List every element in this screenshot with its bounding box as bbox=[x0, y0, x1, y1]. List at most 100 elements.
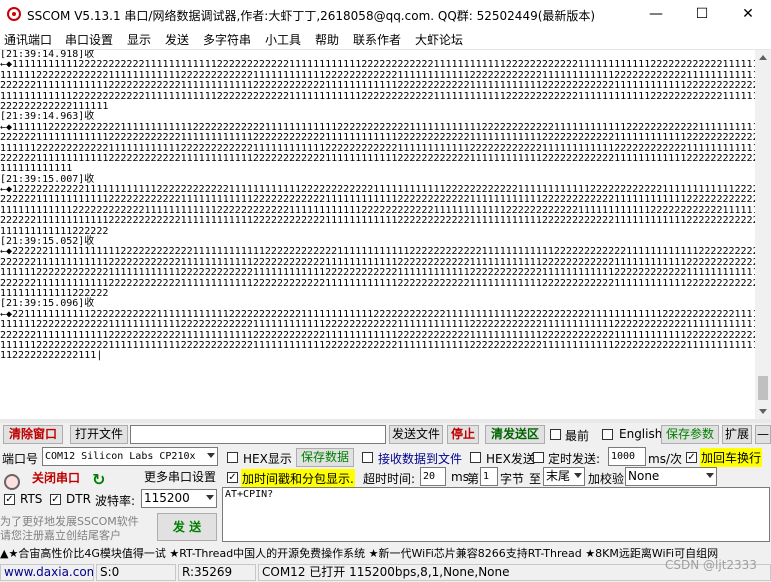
save-params-button[interactable]: 保存参数 bbox=[661, 425, 719, 444]
port-select[interactable]: COM12 Silicon Labs CP210x bbox=[42, 447, 218, 466]
watermark: CSDN @ljt2333 bbox=[665, 558, 757, 572]
menu-contact-author[interactable]: 联系作者 bbox=[353, 31, 401, 48]
port-status-indicator-icon bbox=[4, 474, 20, 490]
rts-label: RTS bbox=[20, 492, 43, 506]
receive-line: 2222221111111111112222222222221111111111… bbox=[0, 80, 755, 92]
timeout-label: 超时时间: bbox=[363, 472, 416, 486]
news-ticker[interactable]: ▲★合宙高性价比4G模块值得一试 ★RT-Thread中国人的开源免费操作系统 … bbox=[0, 545, 771, 561]
title-bar: SSCOM V5.13.1 串口/网络数据调试器,作者:大虾丁丁,2618058… bbox=[0, 0, 771, 29]
send-button[interactable]: 发 送 bbox=[157, 513, 217, 541]
recv-to-file-checkbox[interactable] bbox=[362, 452, 373, 463]
checksum-label: 加校验 bbox=[588, 472, 625, 486]
send-textarea[interactable]: AT+CPIN? bbox=[222, 487, 770, 542]
hex-display-checkbox[interactable] bbox=[227, 452, 238, 463]
receive-line: 111111111111222222 bbox=[0, 225, 109, 237]
receive-line: 2222221111111111112222222222221111111111… bbox=[0, 215, 755, 227]
menu-help[interactable]: 帮助 bbox=[315, 31, 339, 48]
chevron-down-icon bbox=[206, 495, 214, 500]
receive-line: 222222222222111111 bbox=[0, 100, 109, 112]
maximize-button[interactable]: ☐ bbox=[679, 0, 725, 29]
more-serial-settings-button[interactable]: 更多串口设置 bbox=[142, 469, 218, 488]
checksum-select[interactable]: None bbox=[625, 467, 717, 486]
baud-select-value: 115200 bbox=[144, 491, 190, 505]
receive-line: 2222221111111111112222222222221111111111… bbox=[0, 277, 755, 289]
promo-line-2: 请您注册嘉立创结尾客户 bbox=[0, 529, 121, 542]
dtr-checkbox[interactable]: ✓ bbox=[50, 494, 61, 505]
timed-send-checkbox[interactable] bbox=[533, 452, 544, 463]
chevron-down-icon bbox=[706, 473, 714, 478]
scroll-up-arrow-icon[interactable] bbox=[759, 55, 767, 60]
recv-to-file-label: 接收数据到文件 bbox=[378, 452, 463, 466]
add-crlf-checkbox[interactable]: ✓ bbox=[686, 452, 697, 463]
menu-multi-string[interactable]: 多字符串 bbox=[203, 31, 251, 48]
menu-forum[interactable]: 大虾论坛 bbox=[415, 31, 463, 48]
to-label: 至 bbox=[529, 472, 542, 486]
close-port-button[interactable]: 关闭串口 bbox=[24, 470, 88, 489]
app-icon bbox=[7, 7, 21, 21]
rts-checkbox[interactable]: ✓ bbox=[4, 494, 15, 505]
byte-index-input[interactable]: 1 bbox=[480, 467, 498, 486]
receive-line: 1111112222222222221111111111112222222222… bbox=[0, 339, 755, 351]
file-path-input[interactable] bbox=[130, 425, 386, 444]
baud-select[interactable]: 115200 bbox=[141, 489, 217, 508]
english-checkbox[interactable] bbox=[602, 429, 613, 440]
window-title: SSCOM V5.13.1 串口/网络数据调试器,作者:大虾丁丁,2618058… bbox=[27, 9, 596, 23]
interval-unit-label: ms/次 bbox=[648, 452, 682, 466]
end-select-value: 末尾 bbox=[546, 469, 571, 483]
receive-line: 2222221111111111112222222222221111111111… bbox=[0, 152, 755, 164]
hex-send-checkbox[interactable] bbox=[470, 452, 481, 463]
receive-area[interactable]: [21:39:14.918]收 ←◆11111111111222222222221… bbox=[0, 50, 755, 419]
menu-display[interactable]: 显示 bbox=[127, 31, 151, 48]
vertical-scrollbar[interactable] bbox=[755, 50, 771, 419]
send-file-button[interactable]: 发送文件 bbox=[389, 425, 443, 444]
menu-tools[interactable]: 小工具 bbox=[265, 31, 301, 48]
menu-serial-settings[interactable]: 串口设置 bbox=[65, 31, 113, 48]
english-label: English bbox=[619, 427, 663, 441]
timed-send-label: 定时发送: bbox=[548, 452, 601, 466]
receive-line: 2222221111111111112222222222221111111111… bbox=[0, 132, 755, 144]
clear-window-button[interactable]: 清除窗口 bbox=[3, 425, 63, 444]
chevron-down-icon bbox=[574, 473, 582, 478]
save-data-button[interactable]: 保存数据 bbox=[296, 448, 354, 467]
timeout-input[interactable]: 20 bbox=[420, 467, 446, 486]
hex-display-label: HEX显示 bbox=[243, 452, 292, 466]
menu-send[interactable]: 发送 bbox=[165, 31, 189, 48]
hex-send-label: HEX发送 bbox=[486, 452, 535, 466]
byte-label: 字节 bbox=[500, 472, 525, 486]
open-file-button[interactable]: 打开文件 bbox=[70, 425, 128, 444]
chevron-down-icon bbox=[207, 453, 215, 458]
nth-label: 第 bbox=[467, 472, 480, 486]
menu-comm-port[interactable]: 通讯端口 bbox=[4, 31, 52, 48]
port-select-value: COM12 Silicon Labs CP210x bbox=[45, 451, 196, 462]
checksum-select-value: None bbox=[628, 469, 660, 483]
close-button[interactable]: ✕ bbox=[725, 0, 771, 29]
end-select[interactable]: 末尾 bbox=[543, 467, 585, 486]
dtr-label: DTR bbox=[66, 492, 91, 506]
horizontal-divider bbox=[0, 419, 771, 423]
receive-line: 111111111111222222 bbox=[0, 287, 109, 299]
interval-input[interactable]: 1000 bbox=[608, 447, 646, 466]
top-most-checkbox[interactable] bbox=[550, 429, 561, 440]
timestamp-checkbox[interactable]: ✓ bbox=[227, 472, 238, 483]
receive-line: 1122222222222111| bbox=[0, 350, 103, 362]
expand-button[interactable]: 扩展 bbox=[722, 425, 752, 444]
baud-label: 波特率: bbox=[95, 494, 136, 508]
refresh-icon[interactable]: ↻ bbox=[92, 470, 105, 489]
stop-button[interactable]: 停止 bbox=[447, 425, 479, 444]
receive-line: 111111111111 bbox=[0, 163, 73, 175]
receive-line: 1111111111112222222222221111111111112222… bbox=[0, 90, 755, 102]
top-most-label: 最前 bbox=[565, 429, 590, 443]
minimize-button[interactable]: — bbox=[633, 0, 679, 29]
scroll-down-arrow-icon[interactable] bbox=[759, 409, 767, 414]
scroll-thumb[interactable] bbox=[758, 376, 768, 400]
receive-line: 1111112222222222221111111111112222222222… bbox=[0, 319, 755, 331]
timestamp-split-label: 加时间戳和分包显示. bbox=[241, 469, 355, 488]
website-link[interactable]: www.daxia.com bbox=[0, 564, 94, 581]
sent-count: S:0 bbox=[96, 564, 176, 581]
menu-bar: 通讯端口 串口设置 显示 发送 多字符串 小工具 帮助 联系作者 大虾论坛 bbox=[0, 29, 771, 50]
add-crlf-label: 加回车换行 bbox=[700, 448, 763, 467]
port-label: 端口号 bbox=[2, 452, 39, 466]
collapse-button[interactable]: — bbox=[755, 425, 771, 444]
received-count: R:35269 bbox=[178, 564, 256, 581]
clear-send-area-button[interactable]: 清发送区 bbox=[485, 425, 545, 444]
